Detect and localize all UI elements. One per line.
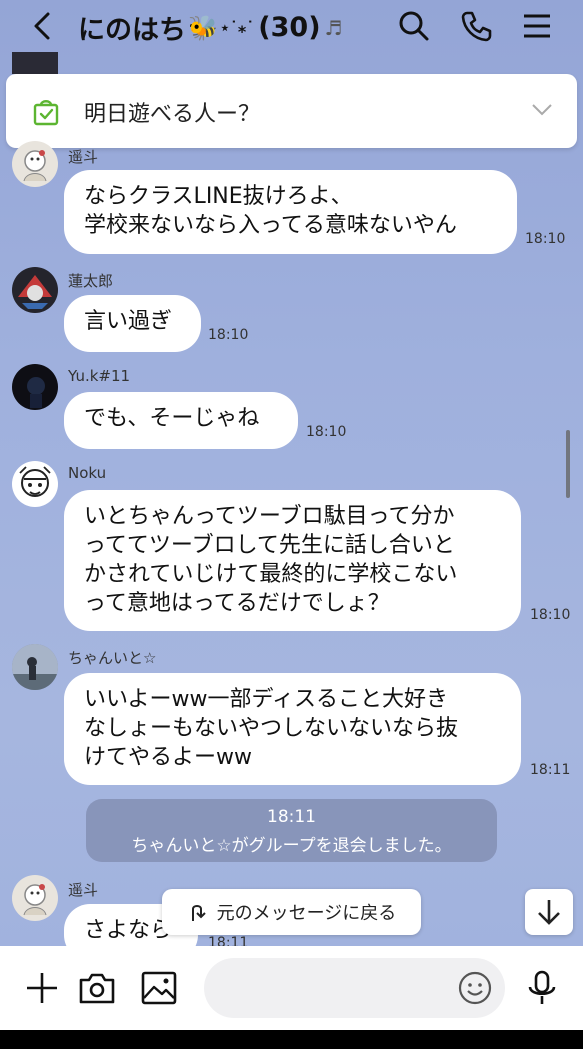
message-bubble[interactable]: いいよーww一部ディスること大好き なしょーもないやつしないないなら抜 けてやる… bbox=[64, 673, 521, 785]
back-to-message-label: 元のメッセージに戻る bbox=[216, 903, 397, 924]
message-input-container[interactable] bbox=[204, 958, 505, 1018]
pinned-announcement[interactable]: 明日遊べる人ー？ bbox=[6, 74, 577, 148]
message-time: 18:11 bbox=[530, 762, 571, 778]
avatar[interactable] bbox=[12, 461, 58, 507]
chat-title[interactable]: にのはち 🐝 ⋆˙⁎˙ (30) ♬ bbox=[78, 8, 342, 47]
search-icon[interactable] bbox=[396, 8, 432, 44]
message-line: けてやるよーww bbox=[84, 745, 252, 770]
music-note-icon: ♬ bbox=[324, 15, 343, 40]
avatar[interactable] bbox=[12, 875, 58, 921]
message-time: 18:10 bbox=[525, 231, 566, 247]
avatar[interactable] bbox=[12, 364, 58, 410]
message-input-bar bbox=[0, 946, 583, 1030]
message-time: 18:10 bbox=[530, 607, 571, 623]
avatar[interactable] bbox=[12, 52, 58, 74]
message-time: 18:10 bbox=[306, 424, 347, 440]
scroll-to-bottom-button[interactable] bbox=[525, 889, 573, 935]
system-notice: 18:11 ちゃんいと☆がグループを退会しました。 bbox=[86, 799, 497, 862]
sender-name: ちゃんいと☆ bbox=[68, 649, 157, 667]
emoji-icon[interactable] bbox=[457, 970, 493, 1006]
sender-name: 遥斗 bbox=[68, 148, 99, 166]
phone-icon[interactable] bbox=[458, 8, 494, 44]
message-line: 学校来ないなら入ってる意味ないやん bbox=[84, 213, 457, 238]
message-line: っててツーブロして先生に話し合いと bbox=[84, 533, 455, 558]
chat-header: にのはち 🐝 ⋆˙⁎˙ (30) ♬ bbox=[0, 0, 583, 52]
camera-icon[interactable] bbox=[77, 968, 117, 1008]
message-input[interactable] bbox=[222, 972, 446, 1004]
sender-name: 蓮太郎 bbox=[68, 272, 114, 290]
notice-time: 18:11 bbox=[267, 807, 316, 827]
message-time: 18:10 bbox=[208, 327, 249, 343]
scrollbar-thumb[interactable] bbox=[566, 430, 570, 498]
notice-text: ちゃんいと☆がグループを退会しました。 bbox=[131, 836, 452, 856]
return-arrow-icon bbox=[191, 905, 206, 921]
message-line: かされていじけて最終的に学校こない bbox=[84, 562, 458, 587]
message-line: なしょーもないやつしないないなら抜 bbox=[84, 716, 459, 741]
image-icon[interactable] bbox=[139, 968, 179, 1008]
pinned-text: 明日遊べる人ー？ bbox=[84, 102, 261, 127]
sender-name: Yu.k#11 bbox=[68, 367, 131, 385]
microphone-icon[interactable] bbox=[522, 968, 562, 1008]
avatar[interactable] bbox=[12, 644, 58, 690]
bee-emoji: 🐝 bbox=[188, 13, 218, 42]
group-name: にのはち bbox=[78, 15, 186, 46]
sender-name: Noku bbox=[68, 464, 107, 482]
chevron-down-icon[interactable] bbox=[531, 100, 553, 120]
avatar[interactable] bbox=[12, 141, 58, 187]
message-line: 言い過ぎ bbox=[84, 309, 173, 334]
message-bubble[interactable]: でも、そーじゃね bbox=[64, 392, 298, 449]
sender-name: 遥斗 bbox=[68, 881, 99, 899]
avatar[interactable] bbox=[12, 267, 58, 313]
chat-screen: にのはち 🐝 ⋆˙⁎˙ (30) ♬ 明日遊べる人ー？ 遥斗 ならクラスLINE… bbox=[0, 0, 583, 1030]
back-to-original-message-button[interactable]: 元のメッセージに戻る bbox=[162, 889, 421, 935]
arrow-down-icon bbox=[538, 900, 560, 925]
announcement-icon bbox=[30, 96, 62, 128]
message-bubble[interactable]: ならクラスLINE抜けろよ、 学校来ないなら入ってる意味ないやん bbox=[64, 170, 517, 254]
plus-icon[interactable] bbox=[22, 968, 62, 1008]
message-line: でも、そーじゃね bbox=[84, 406, 260, 431]
message-bubble[interactable]: 言い過ぎ bbox=[64, 295, 201, 352]
menu-icon[interactable] bbox=[520, 8, 556, 44]
message-line: ならクラスLINE抜けろよ、 bbox=[84, 184, 353, 209]
member-count: (30) bbox=[258, 12, 321, 43]
sparkle-deco: ⋆˙⁎˙ bbox=[219, 18, 255, 37]
message-line: いとちゃんってツーブロ駄目って分か bbox=[84, 504, 455, 529]
message-line: いいよーww一部ディスること大好き bbox=[84, 687, 449, 712]
message-bubble[interactable]: いとちゃんってツーブロ駄目って分か っててツーブロして先生に話し合いと かされて… bbox=[64, 490, 521, 631]
message-line: って意地はってるだけでしょ？ bbox=[84, 591, 390, 616]
back-arrow-icon[interactable] bbox=[28, 10, 58, 42]
